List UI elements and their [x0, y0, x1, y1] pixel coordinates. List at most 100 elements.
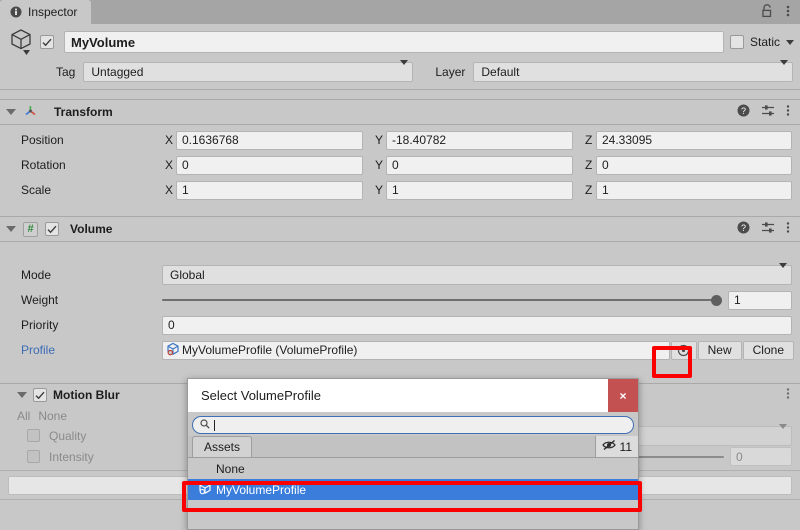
- volume-foldout-icon[interactable]: [6, 226, 16, 232]
- tab-inspector-label: Inspector: [28, 5, 78, 19]
- rotation-z-input[interactable]: 0: [596, 155, 792, 175]
- gameobject-name-input[interactable]: MyVolume: [64, 31, 724, 53]
- volume-enabled-checkbox[interactable]: [45, 222, 59, 236]
- mode-dropdown[interactable]: Global: [162, 263, 792, 285]
- priority-label: Priority: [21, 318, 59, 332]
- lock-open-icon[interactable]: [761, 3, 774, 21]
- dialog-tab-assets[interactable]: Assets: [192, 436, 253, 457]
- transform-foldout-icon[interactable]: [6, 109, 16, 115]
- intensity-input[interactable]: 0: [730, 447, 792, 466]
- gameobject-tag-layer-row: Tag Untagged Layer Default: [0, 60, 800, 84]
- svg-text:?: ?: [741, 106, 746, 116]
- tag-dropdown[interactable]: Untagged: [83, 60, 414, 82]
- weight-input[interactable]: 1: [728, 290, 792, 310]
- position-x-input[interactable]: 0.1636768: [176, 130, 363, 150]
- object-picker-button[interactable]: [670, 340, 697, 360]
- quality-override-checkbox[interactable]: [27, 429, 40, 442]
- hidden-count-value: 11: [619, 439, 632, 454]
- transform-header[interactable]: Transform ?: [0, 99, 800, 125]
- help-icon[interactable]: ?: [737, 104, 750, 120]
- rotation-x-input[interactable]: 0: [176, 155, 363, 175]
- scale-y-input[interactable]: 1: [386, 180, 573, 200]
- chevron-down-icon: [780, 60, 789, 79]
- scale-z-input[interactable]: 1: [596, 180, 792, 200]
- transform-row-position: Position X 0.1636768 Y -18.40782 Z 24.33…: [0, 129, 800, 151]
- position-vector3: X 0.1636768 Y -18.40782 Z 24.33095: [162, 130, 800, 150]
- intensity-slider[interactable]: [632, 447, 724, 466]
- position-y-input[interactable]: -18.40782: [386, 130, 573, 150]
- preset-sliders-icon[interactable]: [761, 104, 775, 120]
- list-item-myvolumeprofile[interactable]: MyVolumeProfile: [188, 479, 638, 500]
- scale-x-input[interactable]: 1: [176, 180, 363, 200]
- kebab-menu-icon[interactable]: [786, 104, 790, 120]
- axis-y-label: Y: [375, 133, 384, 147]
- quality-dropdown[interactable]: [634, 423, 792, 446]
- chevron-down-icon: [779, 423, 787, 443]
- priority-input[interactable]: 0: [162, 315, 792, 335]
- volume-row-mode: Mode Global: [0, 263, 800, 286]
- dialog-title-bar: Select VolumeProfile ×: [188, 379, 638, 412]
- list-item-label: None: [216, 461, 245, 476]
- chevron-down-icon: [400, 60, 409, 79]
- static-toggle-group: Static: [729, 35, 800, 49]
- window-tab-bar: Inspector: [0, 0, 800, 24]
- profile-label[interactable]: Profile: [0, 343, 162, 357]
- preset-sliders-icon[interactable]: [761, 221, 775, 237]
- motion-blur-header-actions: [786, 387, 800, 403]
- profile-object-field[interactable]: MyVolumeProfile (VolumeProfile): [162, 340, 670, 360]
- position-label: Position: [21, 133, 64, 147]
- rotation-label: Rotation: [21, 158, 66, 172]
- axis-z-label: Z: [585, 133, 593, 147]
- volume-header[interactable]: # Volume ?: [0, 216, 800, 242]
- all-label[interactable]: All: [17, 409, 30, 423]
- weight-label: Weight: [21, 293, 59, 307]
- volume-profile-asset-icon: [166, 342, 180, 359]
- new-profile-button[interactable]: New: [697, 340, 742, 360]
- info-icon: [10, 6, 22, 18]
- kebab-menu-icon[interactable]: [786, 4, 790, 21]
- kebab-menu-icon[interactable]: [786, 387, 790, 403]
- rotation-y-input[interactable]: 0: [386, 155, 573, 175]
- volume-row-priority: Priority 0: [0, 314, 800, 336]
- intensity-override-checkbox[interactable]: [27, 450, 40, 463]
- gameobject-enabled-checkbox[interactable]: [40, 35, 54, 49]
- select-volumeprofile-dialog: Select VolumeProfile × Assets 11 None My…: [187, 378, 639, 530]
- transform-row-scale: Scale X 1 Y 1 Z 1: [0, 179, 800, 201]
- component-volume: # Volume ? Mode Global Weight 1 Priority…: [0, 216, 800, 361]
- scale-vector3: X 1 Y 1 Z 1: [162, 180, 800, 200]
- static-chevron-down-icon[interactable]: [786, 39, 794, 45]
- intensity-slider-track: [632, 455, 724, 458]
- hidden-items-count[interactable]: 11: [594, 436, 638, 457]
- none-label[interactable]: None: [38, 409, 67, 423]
- motion-blur-enabled-checkbox[interactable]: [33, 388, 47, 402]
- scale-label: Scale: [21, 183, 52, 197]
- weight-slider-knob[interactable]: [711, 294, 722, 306]
- transform-axis-icon: [23, 103, 38, 121]
- tab-inspector[interactable]: Inspector: [0, 0, 92, 24]
- script-icon: #: [23, 221, 38, 237]
- list-item-label: MyVolumeProfile: [216, 482, 307, 497]
- motion-blur-foldout-icon[interactable]: [17, 392, 27, 398]
- clone-profile-button[interactable]: Clone: [742, 340, 794, 360]
- help-icon[interactable]: ?: [737, 221, 750, 237]
- search-input[interactable]: [192, 416, 634, 434]
- position-z-input[interactable]: 24.33095: [596, 130, 792, 150]
- window-tab-bar-actions: [761, 0, 800, 24]
- cube-icon[interactable]: [6, 28, 40, 56]
- tag-label: Tag: [56, 65, 76, 79]
- weight-slider[interactable]: [162, 291, 722, 310]
- layer-dropdown[interactable]: Default: [473, 60, 794, 82]
- svg-text:?: ?: [741, 223, 746, 233]
- eye-crossed-icon: [601, 439, 617, 454]
- dialog-tab-bar: Assets 11: [188, 436, 638, 458]
- chevron-down-icon: [779, 263, 787, 282]
- kebab-menu-icon[interactable]: [786, 221, 790, 237]
- intensity-label: Intensity: [49, 449, 94, 464]
- close-icon[interactable]: ×: [608, 379, 638, 412]
- static-checkbox[interactable]: [729, 35, 744, 49]
- dialog-asset-list: None MyVolumeProfile: [188, 458, 638, 500]
- mode-value: Global: [170, 268, 205, 282]
- list-item-none[interactable]: None: [188, 458, 638, 479]
- volume-row-profile: Profile MyVolumeProfile (VolumeProfile): [0, 339, 800, 361]
- gameobject-name-row: MyVolume Static: [0, 28, 800, 56]
